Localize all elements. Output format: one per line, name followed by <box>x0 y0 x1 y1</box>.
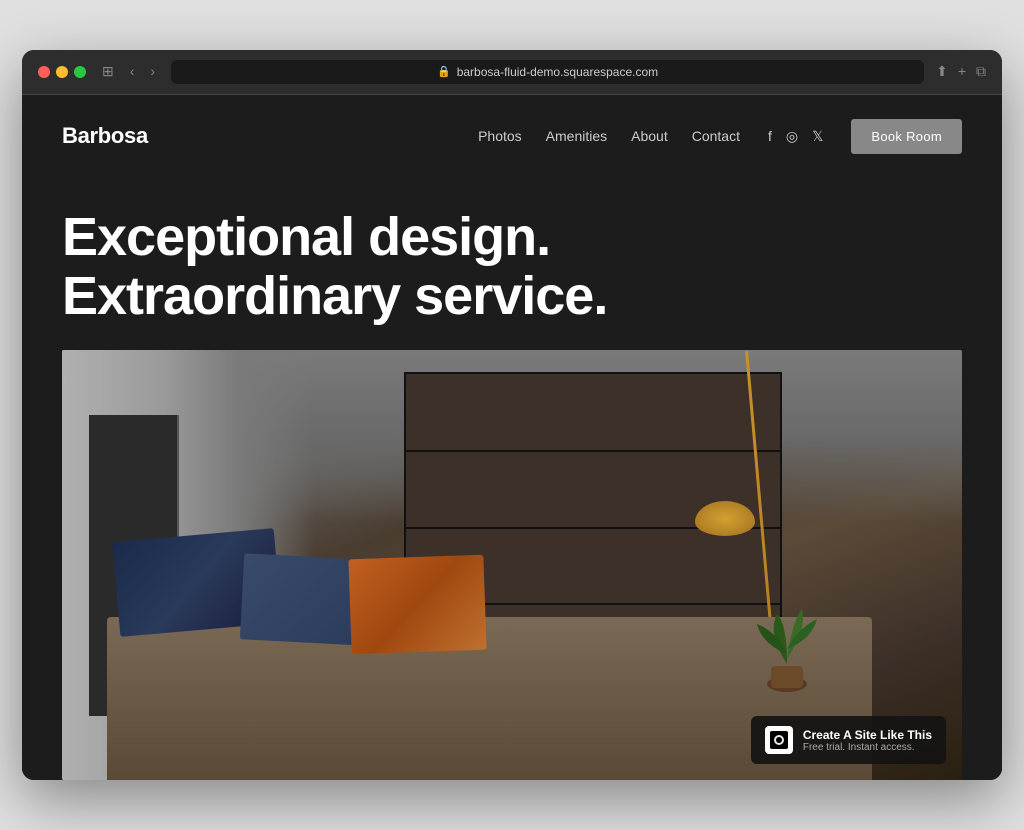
badge-main-text: Create A Site Like This <box>803 728 932 742</box>
lock-icon: 🔒 <box>437 65 451 78</box>
hero-image: Create A Site Like This Free trial. Inst… <box>62 350 962 780</box>
browser-window: ⊞ ‹ › 🔒 barbosa-fluid-demo.squarespace.c… <box>22 50 1002 781</box>
address-bar[interactable]: 🔒 barbosa-fluid-demo.squarespace.com <box>171 60 924 84</box>
nav-link-amenities[interactable]: Amenities <box>546 128 607 144</box>
browser-navigation: ⊞ ‹ › <box>98 61 159 82</box>
share-icon[interactable]: ⬆ <box>936 63 948 80</box>
social-icons: f ◎ 𝕏 <box>768 128 823 145</box>
browser-actions: ⬆ + ⧉ <box>936 63 986 80</box>
maximize-button[interactable] <box>74 66 86 78</box>
hero-headline-line1: Exceptional design. <box>62 207 550 267</box>
nav-link-contact[interactable]: Contact <box>692 128 740 144</box>
squarespace-badge[interactable]: Create A Site Like This Free trial. Inst… <box>751 716 946 764</box>
new-tab-icon[interactable]: + <box>958 63 966 80</box>
nav-link-photos[interactable]: Photos <box>478 128 522 144</box>
pillow-orange <box>348 554 486 653</box>
badge-sub-text: Free trial. Instant access. <box>803 742 932 753</box>
facebook-icon[interactable]: f <box>768 128 772 144</box>
room-scene: Create A Site Like This Free trial. Inst… <box>62 350 962 780</box>
twitter-icon[interactable]: 𝕏 <box>812 128 823 145</box>
badge-text: Create A Site Like This Free trial. Inst… <box>803 728 932 753</box>
site-nav: Photos Amenities About Contact f ◎ 𝕏 Boo… <box>478 119 962 154</box>
site-logo[interactable]: Barbosa <box>62 123 148 149</box>
forward-button[interactable]: › <box>146 61 159 82</box>
tabs-icon[interactable]: ⧉ <box>976 63 986 80</box>
browser-chrome: ⊞ ‹ › 🔒 barbosa-fluid-demo.squarespace.c… <box>22 50 1002 95</box>
plant <box>747 594 827 694</box>
hero-headline: Exceptional design. Extraordinary servic… <box>62 178 662 351</box>
back-button[interactable]: ‹ <box>126 61 139 82</box>
hero-headline-line2: Extraordinary service. <box>62 266 607 326</box>
site-wrapper: Barbosa Photos Amenities About Contact f… <box>22 95 1002 781</box>
instagram-icon[interactable]: ◎ <box>786 128 798 145</box>
floor-lamp-head <box>695 501 755 536</box>
minimize-button[interactable] <box>56 66 68 78</box>
nav-link-about[interactable]: About <box>631 128 668 144</box>
traffic-lights <box>38 66 86 78</box>
window-icon[interactable]: ⊞ <box>98 61 118 82</box>
nav-links: Photos Amenities About Contact <box>478 128 740 144</box>
site-header: Barbosa Photos Amenities About Contact f… <box>22 95 1002 178</box>
squarespace-logo <box>765 726 793 754</box>
url-text: barbosa-fluid-demo.squarespace.com <box>457 65 658 79</box>
book-room-button[interactable]: Book Room <box>851 119 962 154</box>
hero-section: Exceptional design. Extraordinary servic… <box>22 178 1002 781</box>
close-button[interactable] <box>38 66 50 78</box>
shelf-row <box>406 450 780 452</box>
